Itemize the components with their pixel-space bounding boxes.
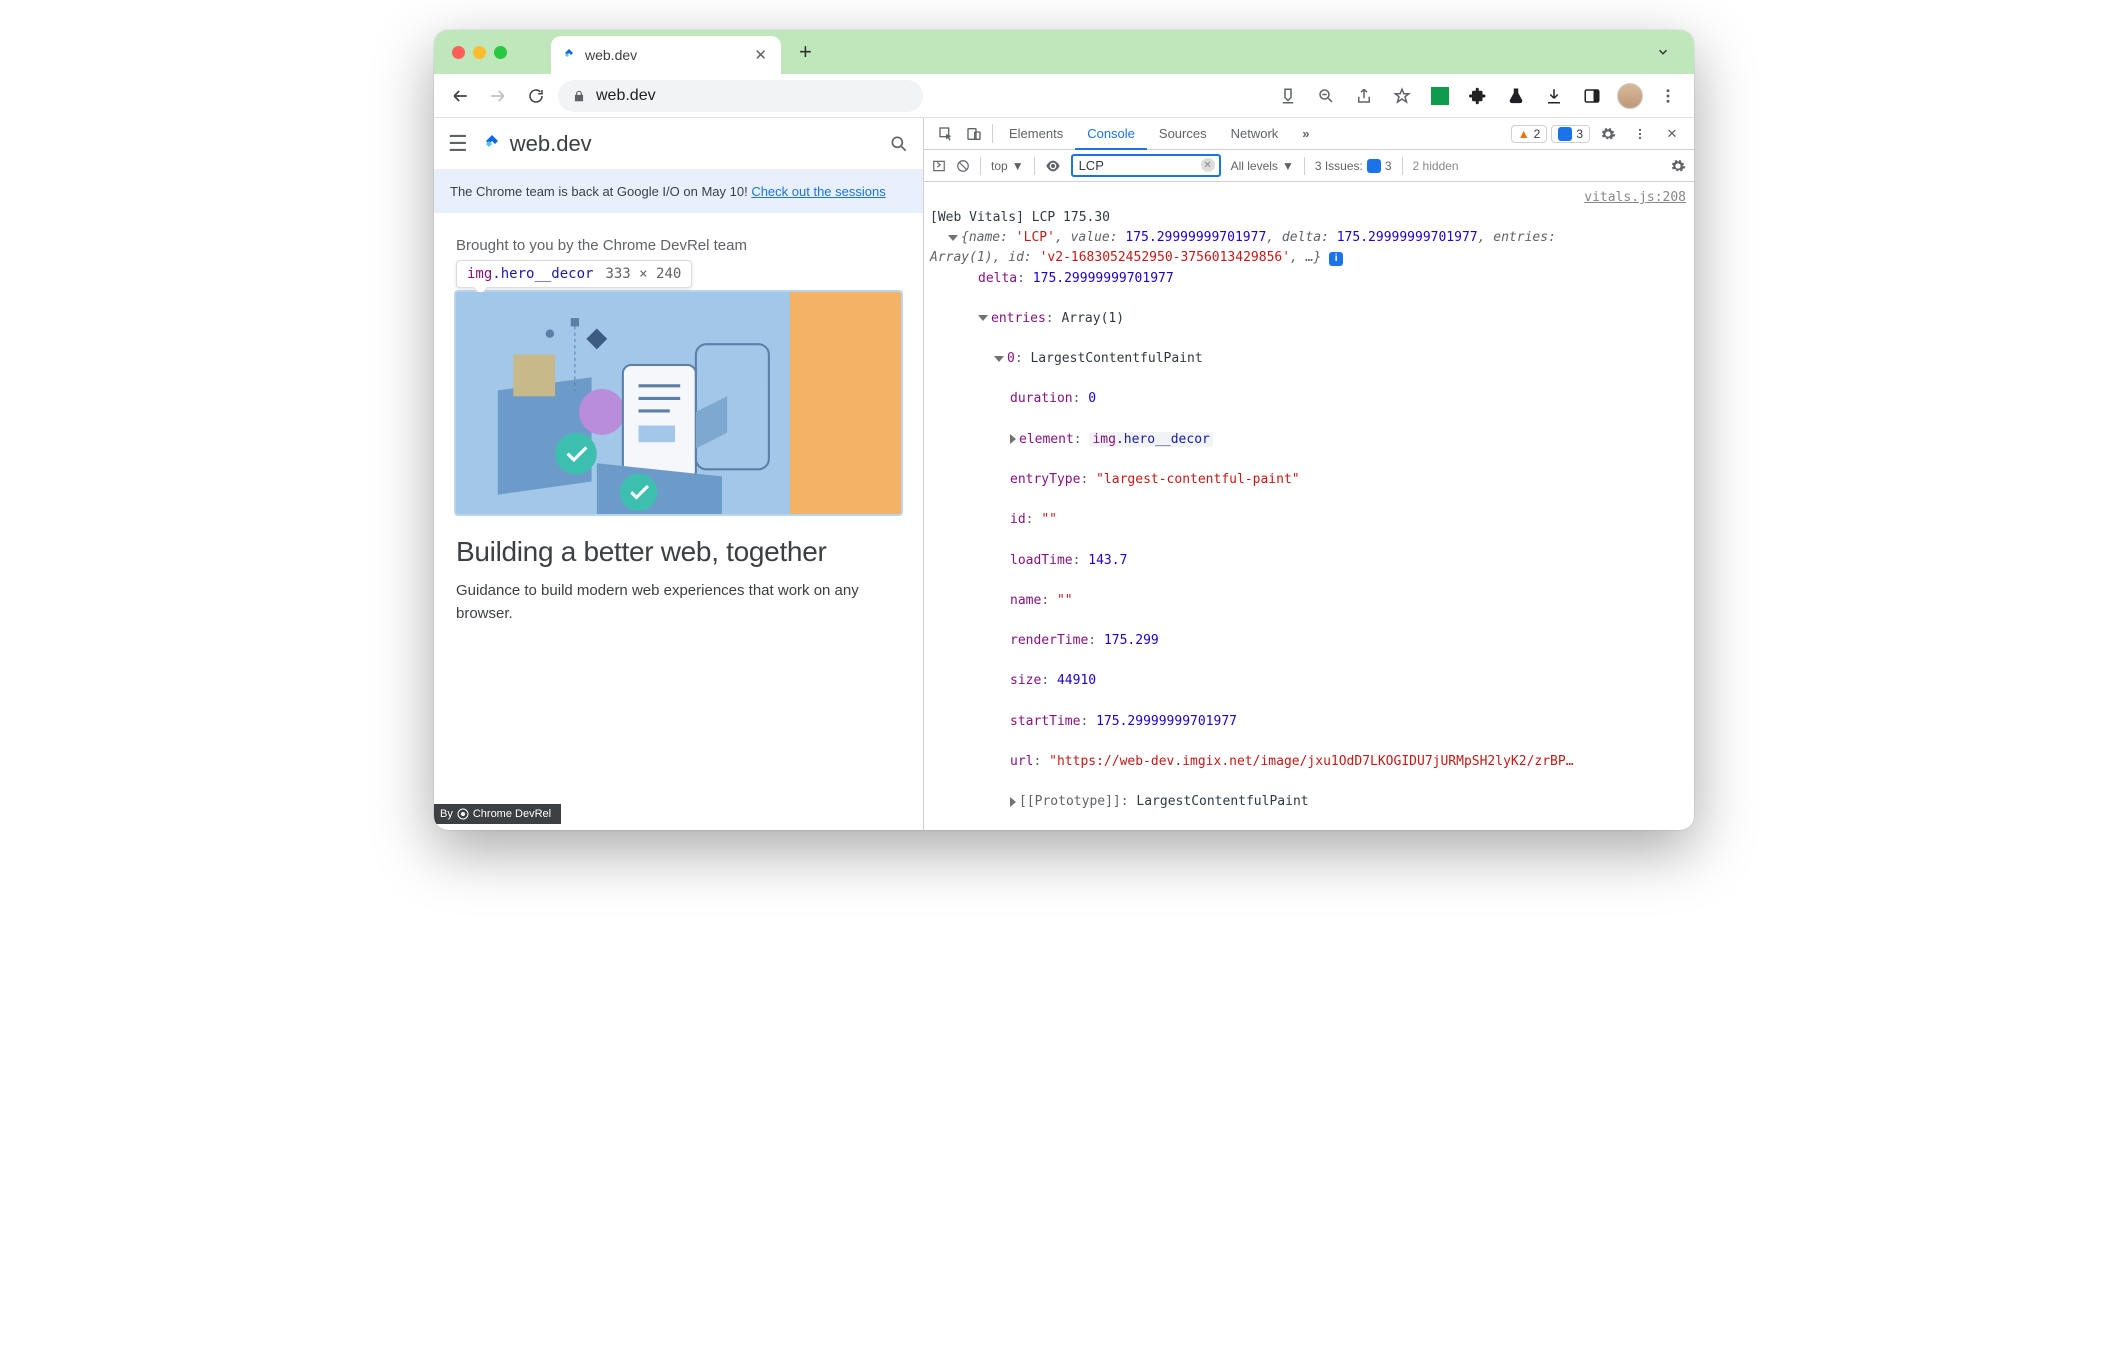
site-header: ☰ web.dev [434,118,923,170]
device-toolbar-icon[interactable] [960,118,988,149]
install-app-icon[interactable] [1272,80,1304,112]
live-expression-icon[interactable] [1045,158,1061,174]
rendered-page: ☰ web.dev The Chrome team is back at Goo… [434,118,924,830]
log-levels-selector[interactable]: All levels ▼ [1231,159,1294,173]
clear-console-icon[interactable] [956,159,970,173]
tab-network[interactable]: Network [1219,118,1291,149]
messages-pill[interactable]: 3 [1551,125,1590,143]
zoom-window[interactable] [494,46,507,59]
profile-avatar[interactable] [1614,80,1646,112]
zoom-out-icon[interactable] [1310,80,1342,112]
tab-sources[interactable]: Sources [1147,118,1219,149]
lock-icon [572,89,586,103]
promo-banner: The Chrome team is back at Google I/O on… [434,170,923,213]
console-output: [Web Vitals] LCP 175.30 {name: 'LCP', va… [924,182,1694,830]
byline: Brought to you by the Chrome DevRel team [456,237,901,254]
chrome-icon [457,808,469,820]
toggle-sidebar-icon[interactable] [932,159,946,173]
downloads-icon[interactable] [1538,80,1570,112]
filter-input[interactable]: LCP ✕ [1071,154,1221,177]
window-controls [446,46,507,59]
forward-button[interactable] [482,80,514,112]
main-split: ☰ web.dev The Chrome team is back at Goo… [434,118,1694,830]
info-icon[interactable]: i [1329,252,1343,266]
clear-filter-icon[interactable]: ✕ [1201,158,1215,172]
devtools-tabstrip: Elements Console Sources Network » ▲2 3 … [924,118,1694,150]
new-tab-button[interactable]: + [789,39,822,65]
back-button[interactable] [444,80,476,112]
url-text: web.dev [596,87,656,105]
side-panel-icon[interactable] [1576,80,1608,112]
browser-tab[interactable]: web.dev ✕ [551,36,781,74]
browser-window: web.dev ✕ + web.dev [434,30,1694,830]
labs-icon[interactable] [1500,80,1532,112]
tab-close-icon[interactable]: ✕ [754,46,767,64]
source-link[interactable]: vitals.js:208 [1584,188,1686,830]
devtools-panel: Elements Console Sources Network » ▲2 3 … [924,118,1694,830]
chrome-menu-icon[interactable] [1652,80,1684,112]
hero-image [456,292,901,514]
tab-elements[interactable]: Elements [997,118,1075,149]
titlebar: web.dev ✕ + [434,30,1694,74]
more-tabs-icon[interactable]: » [1290,118,1321,149]
log-prefix: [Web Vitals] LCP 175.30 [930,210,1110,225]
address-bar[interactable]: web.dev [558,80,923,112]
console-settings-icon[interactable] [1670,158,1686,174]
minimize-window[interactable] [473,46,486,59]
site-logo[interactable]: web.dev [480,131,592,157]
hidden-count: 2 hidden [1413,159,1459,173]
element-link[interactable]: img.hero__decor [1089,432,1212,447]
tabs-menu-button[interactable] [1644,45,1682,59]
settings-icon[interactable] [1594,126,1622,142]
extension-green[interactable] [1424,80,1456,112]
context-selector[interactable]: top ▼ [991,159,1024,173]
reload-button[interactable] [520,80,552,112]
close-devtools-icon[interactable]: ✕ [1658,126,1686,142]
page-heading: Building a better web, together [456,536,901,568]
page-content: Brought to you by the Chrome DevRel team… [434,213,923,635]
close-window[interactable] [452,46,465,59]
element-inspect-tooltip: img.hero__decor 333 × 240 [456,260,692,288]
menu-icon[interactable]: ☰ [448,131,468,157]
log-row[interactable]: [Web Vitals] LCP 175.30 {name: 'LCP', va… [928,186,1694,830]
tab-console[interactable]: Console [1075,118,1147,150]
hero-illustration [456,292,790,514]
site-favicon [561,47,577,63]
banner-link[interactable]: Check out the sessions [751,184,885,199]
tab-title: web.dev [585,47,637,63]
page-subtext: Guidance to build modern web experiences… [456,580,901,625]
extensions-icon[interactable] [1462,80,1494,112]
issues-link[interactable]: 3 Issues: 3 [1315,159,1392,173]
search-icon[interactable] [889,134,909,154]
console-toolbar: top ▼ LCP ✕ All levels ▼ 3 Issues: 3 2 h… [924,150,1694,182]
devtools-menu-icon[interactable] [1626,127,1654,141]
inspect-element-icon[interactable] [932,118,960,149]
devrel-badge: By Chrome DevRel [434,804,561,824]
toolbar: web.dev [434,74,1694,118]
share-icon[interactable] [1348,80,1380,112]
bookmark-icon[interactable] [1386,80,1418,112]
warnings-pill[interactable]: ▲2 [1511,125,1548,143]
